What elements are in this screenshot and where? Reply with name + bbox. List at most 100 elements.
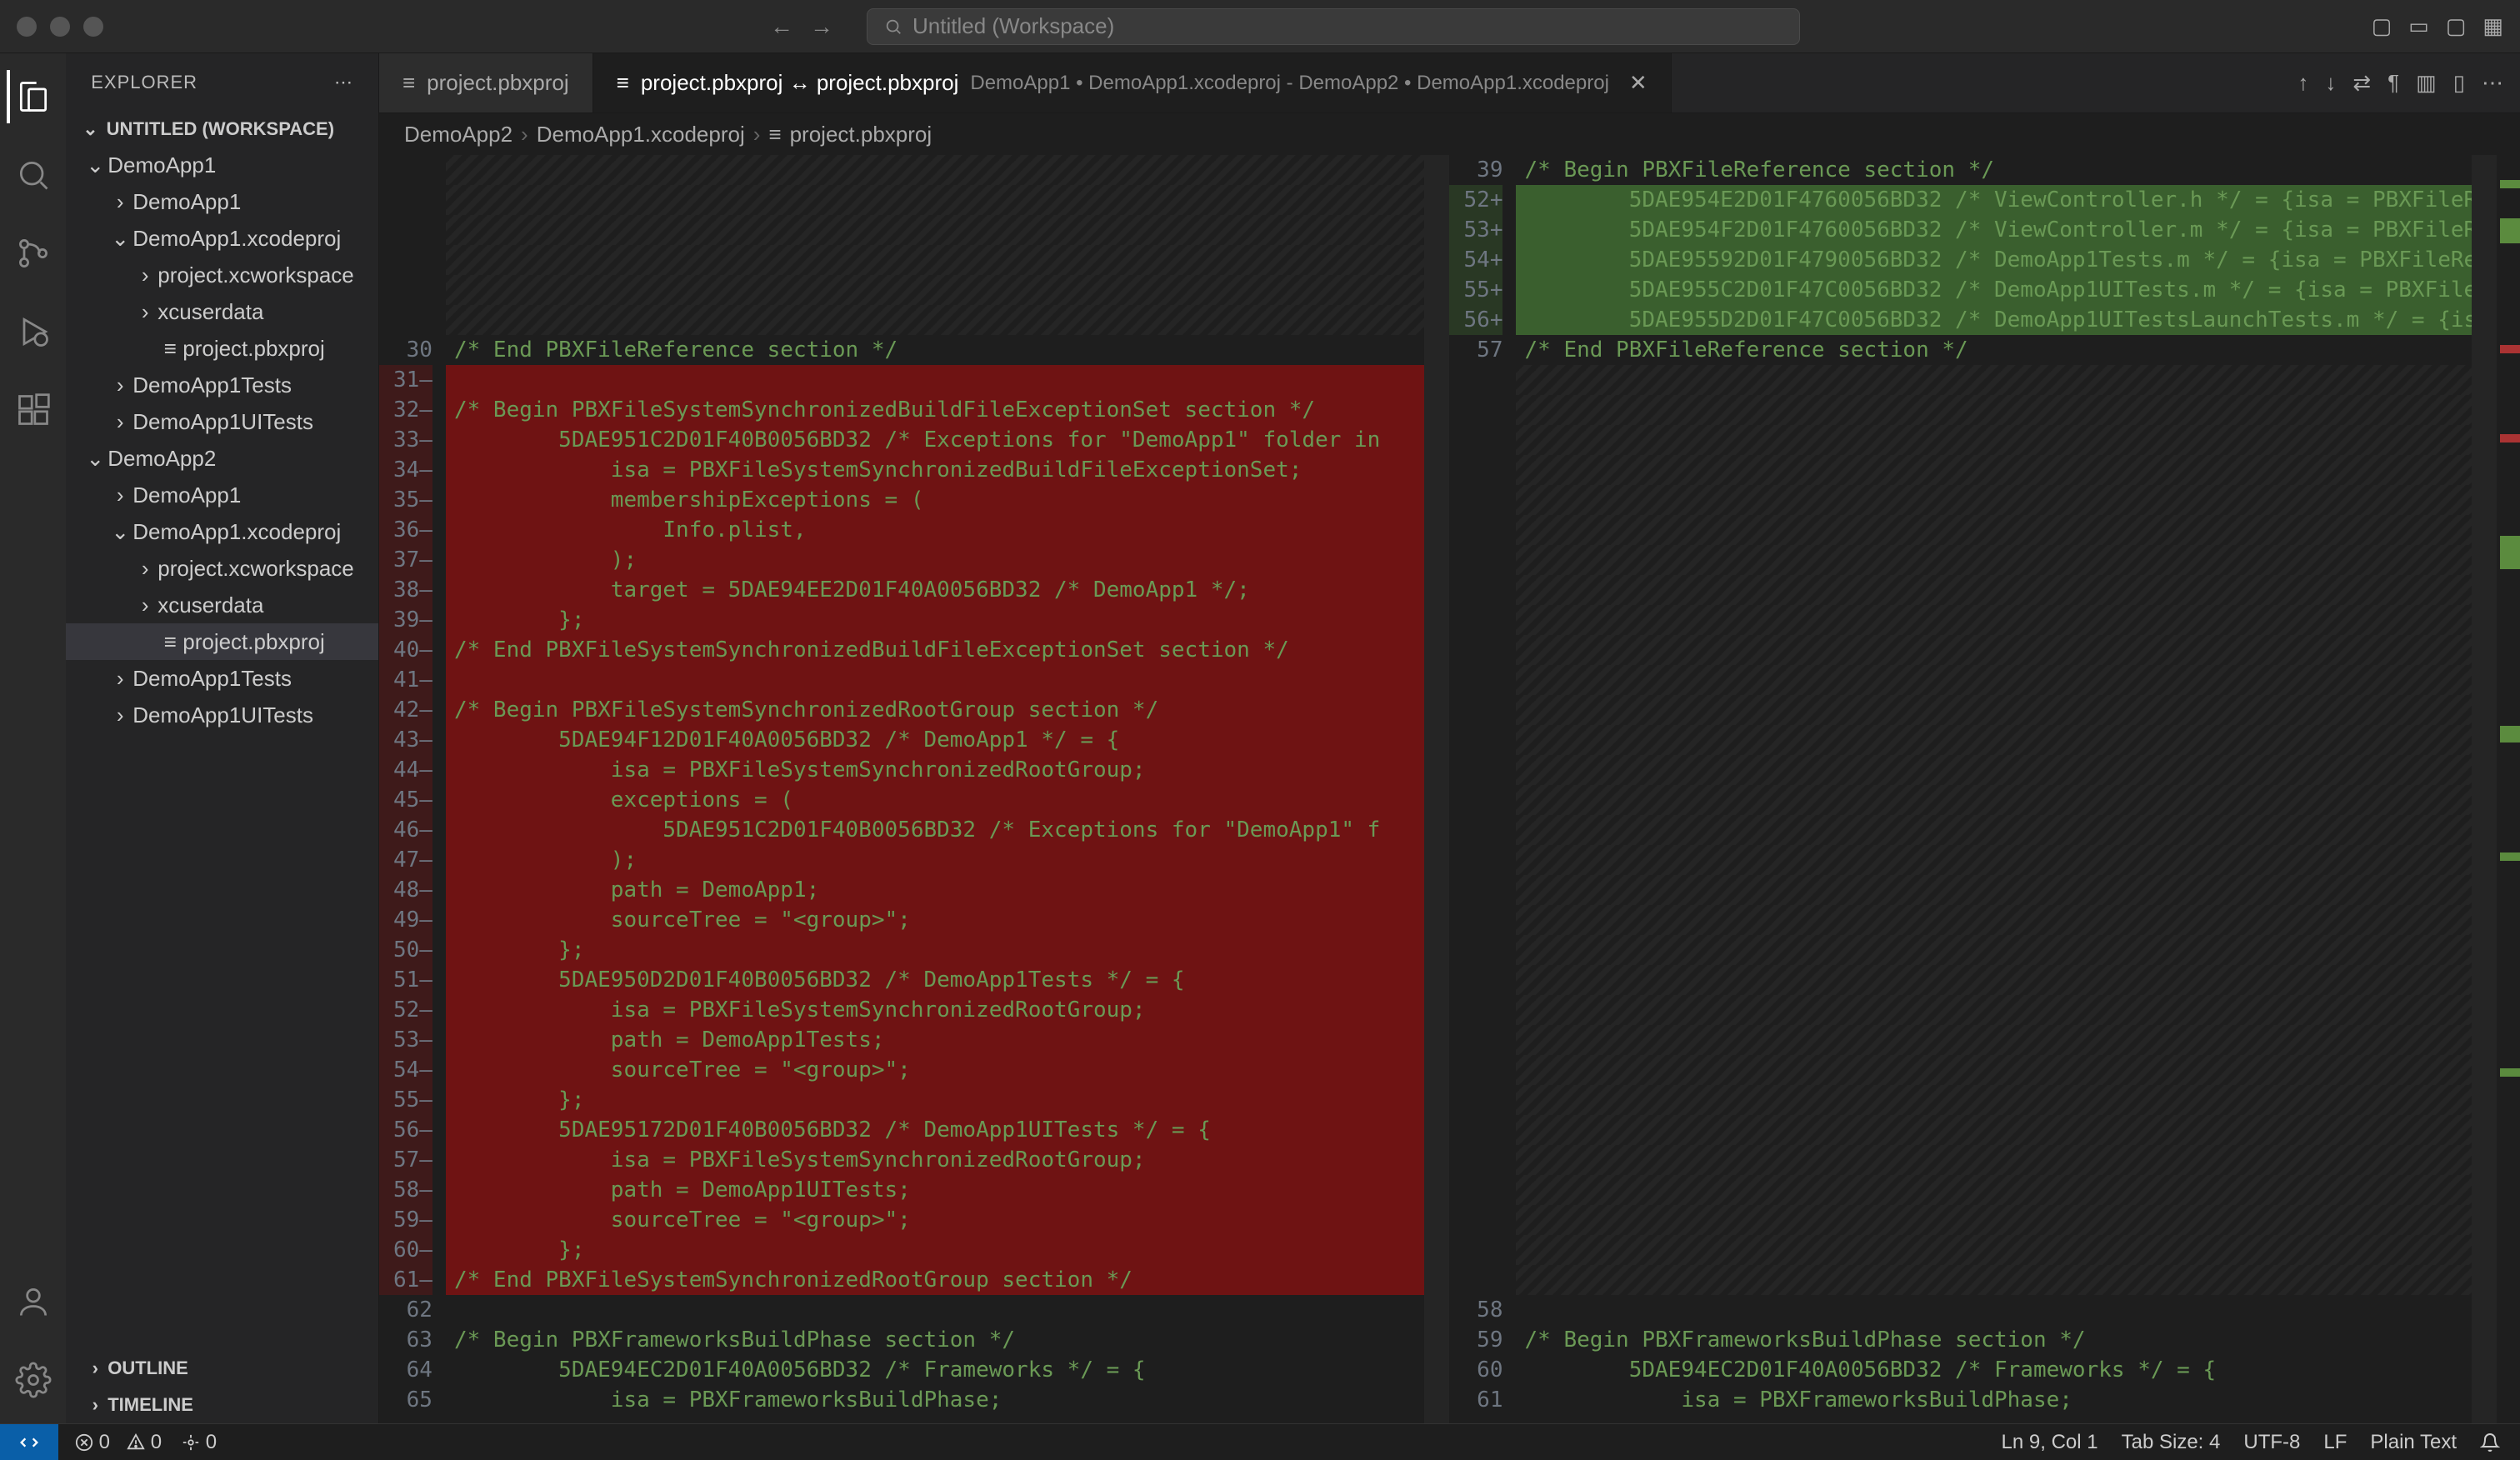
chevron-icon: ⌄ <box>108 226 132 252</box>
tree-item-label: DemoApp1 <box>108 152 216 178</box>
chevron-icon: › <box>108 702 132 728</box>
next-change-icon[interactable]: ↓ <box>2325 70 2336 96</box>
folder-item[interactable]: ›DemoApp1UITests <box>66 697 378 733</box>
folder-item[interactable]: ›DemoApp1Tests <box>66 367 378 403</box>
tree-item-label: DemoApp1UITests <box>132 702 313 728</box>
file-item[interactable]: ≡project.pbxproj <box>66 623 378 660</box>
layout-panel-icon[interactable]: ▭ <box>2408 13 2429 39</box>
language-mode[interactable]: Plain Text <box>2370 1431 2457 1454</box>
chevron-icon: › <box>108 482 132 508</box>
timeline-section[interactable]: › TIMELINE <box>66 1387 378 1423</box>
tree-item-label: DemoApp2 <box>108 446 216 472</box>
run-debug-icon[interactable] <box>7 305 60 358</box>
file-icon: ≡ <box>158 629 182 655</box>
folder-item[interactable]: ›DemoApp1 <box>66 183 378 220</box>
folder-item[interactable]: ›xcuserdata <box>66 293 378 330</box>
layout-secondary-sidebar-icon[interactable]: ▢ <box>2446 13 2467 39</box>
settings-icon[interactable] <box>7 1353 60 1407</box>
tree-item-label: xcuserdata <box>158 592 263 618</box>
tree-item-label: project.xcworkspace <box>158 262 354 288</box>
tab-label: project.pbxproj ↔ project.pbxproj <box>641 70 959 96</box>
folder-item[interactable]: ⌄DemoApp1 <box>66 147 378 183</box>
layout-customize-icon[interactable]: ▦ <box>2482 13 2503 39</box>
tree-item-label: project.pbxproj <box>182 336 325 362</box>
folder-item[interactable]: ›xcuserdata <box>66 587 378 623</box>
tab-close-icon[interactable]: ✕ <box>1629 70 1648 96</box>
workspace-label: UNTITLED (WORKSPACE) <box>107 118 334 140</box>
chevron-icon: › <box>132 592 158 618</box>
nav-back-icon[interactable]: ← <box>770 13 793 40</box>
breadcrumb-item[interactable]: project.pbxproj <box>790 122 932 148</box>
chevron-down-icon: ⌄ <box>82 118 98 140</box>
minimap[interactable] <box>2472 155 2497 1423</box>
folder-item[interactable]: ⌄DemoApp2 <box>66 440 378 477</box>
prev-change-icon[interactable]: ↑ <box>2298 70 2308 96</box>
sidebar-header: EXPLORER ⋯ <box>66 53 378 112</box>
whitespace-icon[interactable]: ¶ <box>2388 70 2399 96</box>
notifications-icon[interactable] <box>2480 1431 2500 1454</box>
problems-button[interactable]: 0 0 <box>75 1431 162 1454</box>
nav-forward-icon[interactable]: → <box>810 13 833 40</box>
line-gutter: 3031—32—33—34—35—36—37—38—39—40—41—42—43… <box>379 155 446 1423</box>
diff-pane-left[interactable]: 3031—32—33—34—35—36—37—38—39—40—41—42—43… <box>379 155 1450 1423</box>
tree-item-label: DemoApp1Tests <box>132 666 292 692</box>
map-icon[interactable]: ▥ <box>2416 70 2437 96</box>
folder-item[interactable]: ⌄DemoApp1.xcodeproj <box>66 220 378 257</box>
outline-section[interactable]: › OUTLINE <box>66 1350 378 1387</box>
breadcrumb-item[interactable]: DemoApp2 <box>404 122 512 148</box>
code-content[interactable]: /* Begin PBXFileReference section */ 5DA… <box>1516 155 2472 1423</box>
sidebar-more-icon[interactable]: ⋯ <box>334 72 353 93</box>
tabs: ≡ project.pbxproj ≡ project.pbxproj ↔ pr… <box>379 53 2520 113</box>
folder-item[interactable]: ›DemoApp1 <box>66 477 378 513</box>
folder-item[interactable]: ⌄DemoApp1.xcodeproj <box>66 513 378 550</box>
code-content[interactable]: /* End PBXFileReference section *//* Beg… <box>446 155 1425 1423</box>
source-control-icon[interactable] <box>7 227 60 280</box>
breadcrumb-separator: › <box>753 122 761 148</box>
maximize-window-icon[interactable] <box>83 17 103 37</box>
tab-actions: ↑ ↓ ⇄ ¶ ▥ ▯ ⋯ <box>2281 53 2520 112</box>
more-icon[interactable]: ⋯ <box>2482 70 2503 96</box>
layout-primary-sidebar-icon[interactable]: ▢ <box>2372 13 2392 39</box>
search-placeholder: Untitled (Workspace) <box>912 13 1114 39</box>
accounts-icon[interactable] <box>7 1275 60 1328</box>
cursor-position[interactable]: Ln 9, Col 1 <box>2002 1431 2098 1454</box>
close-window-icon[interactable] <box>17 17 37 37</box>
ports-button[interactable]: 0 <box>182 1431 217 1454</box>
breadcrumb-item[interactable]: DemoApp1.xcodeproj <box>537 122 745 148</box>
timeline-label: TIMELINE <box>108 1394 193 1416</box>
sidebar-title: EXPLORER <box>91 72 198 93</box>
folder-item[interactable]: ›project.xcworkspace <box>66 550 378 587</box>
sidebar: EXPLORER ⋯ ⌄ UNTITLED (WORKSPACE) ⌄DemoA… <box>66 53 379 1423</box>
file-item[interactable]: ≡project.pbxproj <box>66 330 378 367</box>
remote-button[interactable] <box>0 1424 58 1460</box>
search-icon[interactable] <box>7 148 60 202</box>
extensions-icon[interactable] <box>7 383 60 437</box>
activity-bar <box>0 53 66 1423</box>
minimize-window-icon[interactable] <box>50 17 70 37</box>
encoding[interactable]: UTF-8 <box>2243 1431 2300 1454</box>
eol[interactable]: LF <box>2323 1431 2347 1454</box>
tree-item-label: DemoApp1Tests <box>132 372 292 398</box>
folder-item[interactable]: ›project.xcworkspace <box>66 257 378 293</box>
overview-ruler[interactable] <box>2497 155 2520 1423</box>
tab-diff-project-pbxproj[interactable]: ≡ project.pbxproj ↔ project.pbxproj Demo… <box>593 53 1672 112</box>
editor-area: ≡ project.pbxproj ≡ project.pbxproj ↔ pr… <box>379 53 2520 1423</box>
swap-icon[interactable]: ⇄ <box>2352 70 2371 96</box>
file-icon: ≡ <box>768 122 781 148</box>
workspace-section[interactable]: ⌄ UNTITLED (WORKSPACE) <box>66 112 378 147</box>
command-center[interactable]: Untitled (Workspace) <box>867 8 1800 45</box>
explorer-icon[interactable] <box>7 70 60 123</box>
tree-item-label: DemoApp1.xcodeproj <box>132 226 341 252</box>
split-icon[interactable]: ▯ <box>2453 70 2465 96</box>
breadcrumb[interactable]: DemoApp2 › DemoApp1.xcodeproj › ≡ projec… <box>379 113 2520 155</box>
chevron-right-icon: › <box>82 1358 108 1379</box>
minimap[interactable] <box>1424 155 1449 1423</box>
folder-item[interactable]: ›DemoApp1Tests <box>66 660 378 697</box>
chevron-icon: ⌄ <box>82 152 108 178</box>
folder-item[interactable]: ›DemoApp1UITests <box>66 403 378 440</box>
breadcrumb-separator: › <box>521 122 528 148</box>
tab-project-pbxproj[interactable]: ≡ project.pbxproj <box>379 53 593 112</box>
indent-setting[interactable]: Tab Size: 4 <box>2122 1431 2221 1454</box>
traffic-lights <box>17 17 103 37</box>
diff-pane-right[interactable]: 3952+53+54+55+56+5758596061 /* Begin PBX… <box>1449 155 2520 1423</box>
